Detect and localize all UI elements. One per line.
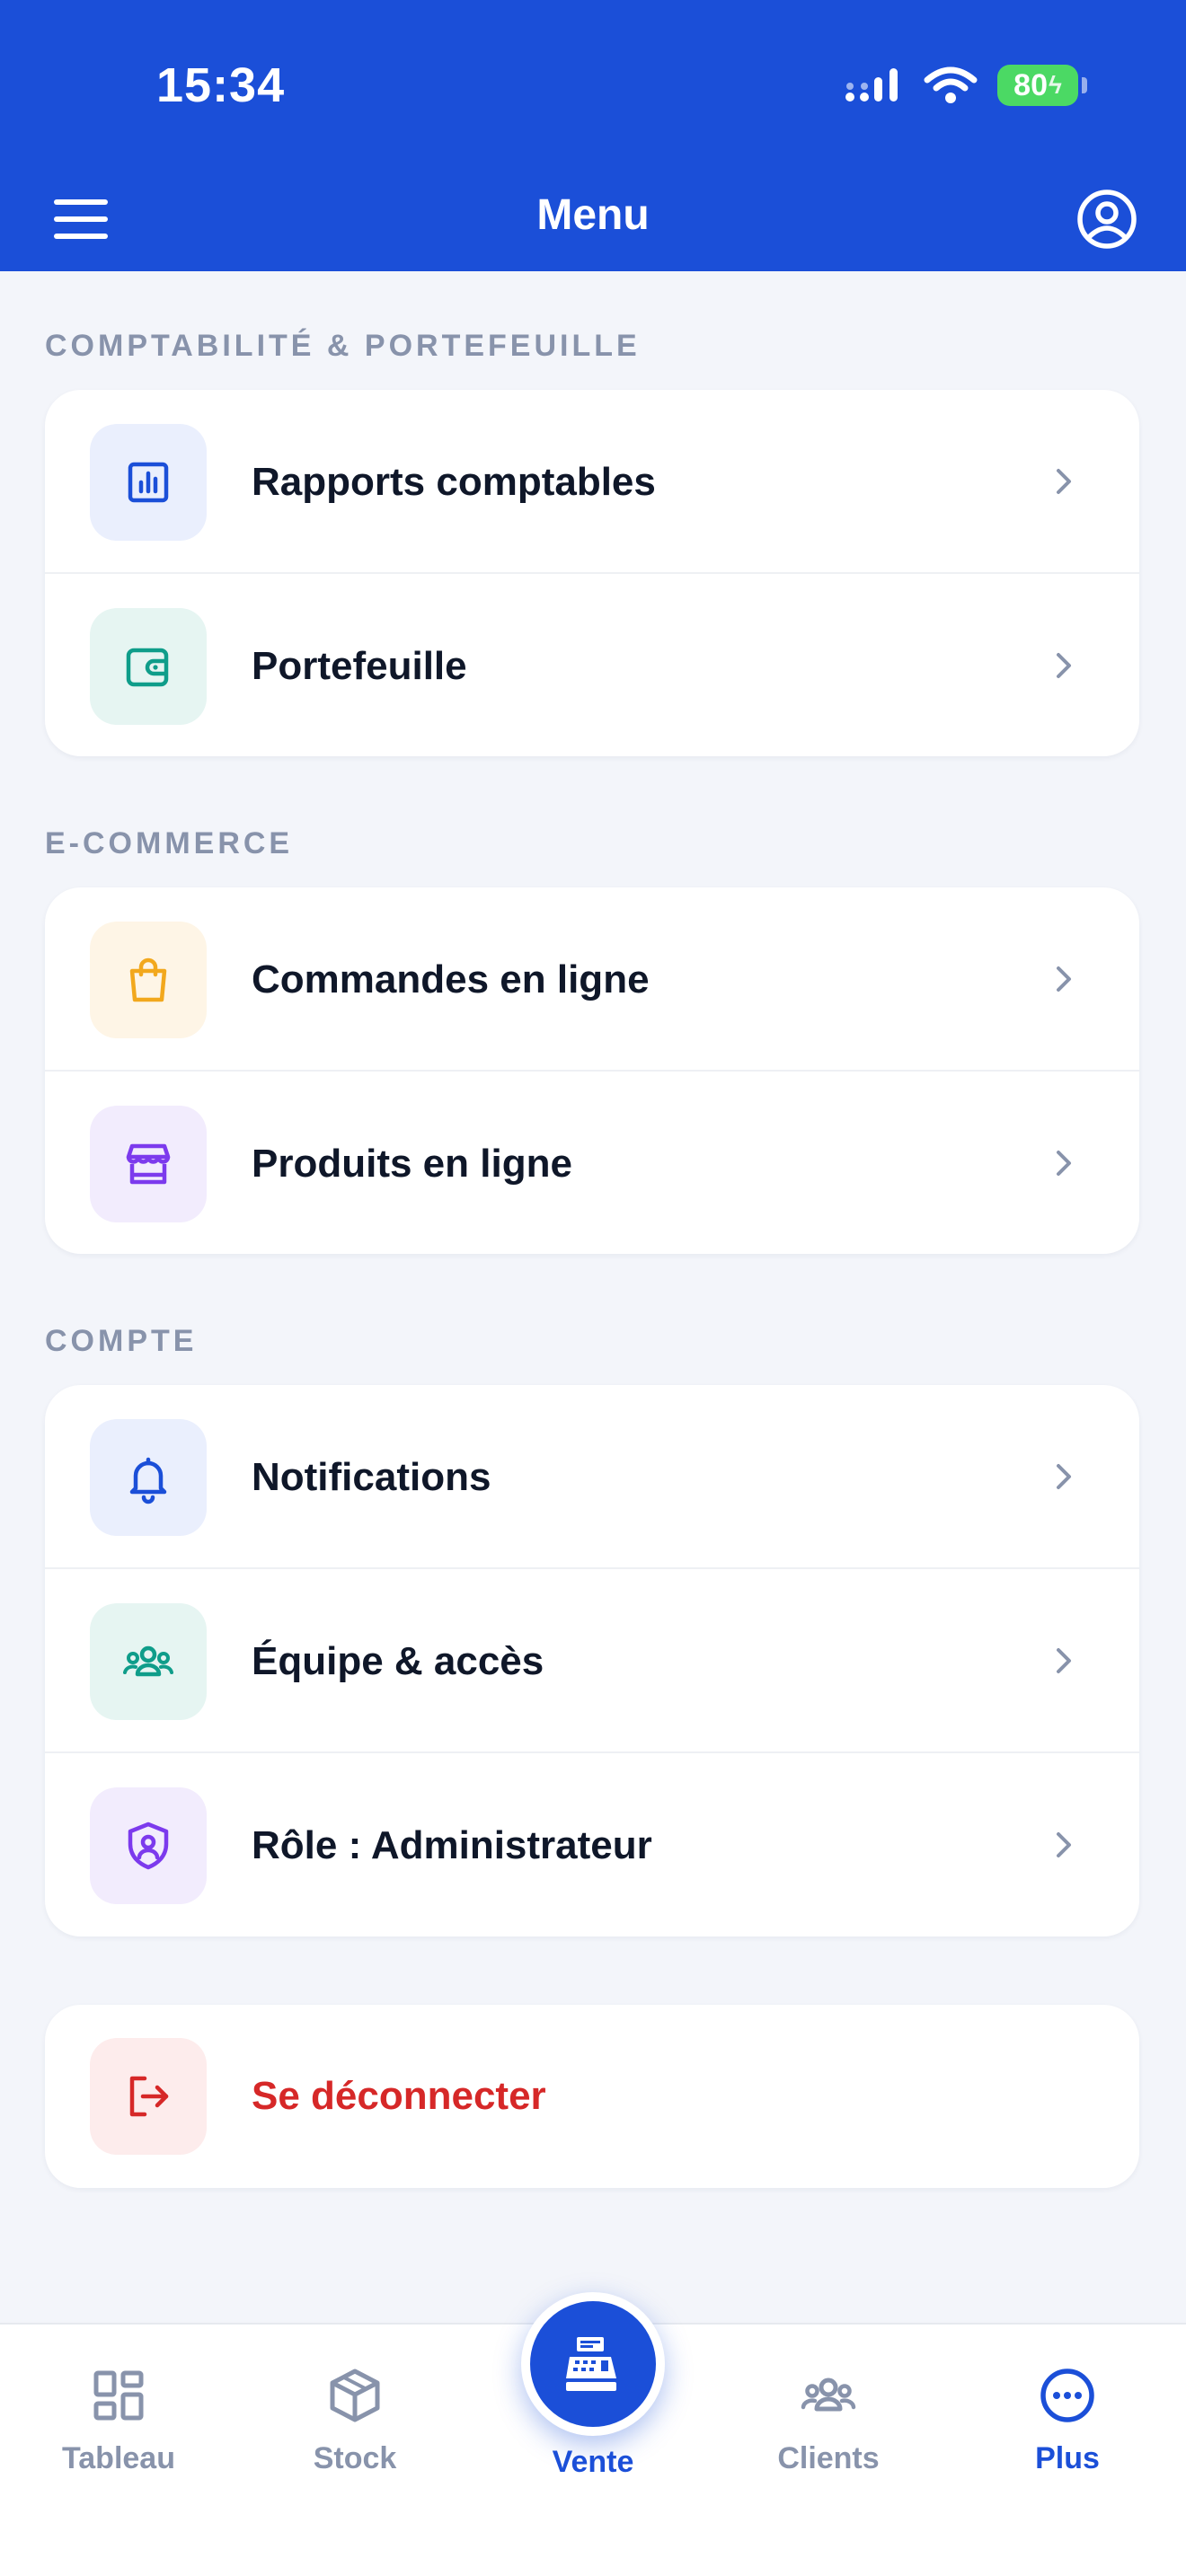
nav-label: Clients xyxy=(777,2441,880,2475)
menu-item-role[interactable]: Rôle : Administrateur xyxy=(45,1753,1139,1936)
user-profile-icon[interactable] xyxy=(1076,189,1137,250)
chart-report-icon xyxy=(90,424,207,541)
menu-item-label: Rapports comptables xyxy=(252,460,656,504)
more-dots-icon xyxy=(1040,2369,1094,2422)
chevron-right-icon xyxy=(1057,653,1071,678)
menu-item-commandes-en-ligne[interactable]: Commandes en ligne xyxy=(45,887,1139,1072)
box-icon xyxy=(330,2369,380,2422)
menu-item-label: Portefeuille xyxy=(252,644,467,688)
cash-register-icon xyxy=(566,2337,616,2391)
menu-item-produits-en-ligne[interactable]: Produits en ligne xyxy=(45,1072,1139,1254)
chevron-right-icon xyxy=(1057,469,1071,494)
card-logout: Se déconnecter xyxy=(45,2005,1139,2188)
nav-label: Stock xyxy=(313,2441,397,2475)
chevron-right-icon xyxy=(1057,1832,1071,1857)
status-time: 15:34 xyxy=(156,58,286,112)
section-label-accounting: COMPTABILITÉ & PORTEFEUILLE xyxy=(45,329,641,363)
chevron-right-icon xyxy=(1057,966,1071,992)
shield-user-icon xyxy=(90,1787,207,1904)
shopping-bag-icon xyxy=(90,922,207,1038)
chevron-right-icon xyxy=(1057,1648,1071,1673)
menu-item-equipe-acces[interactable]: Équipe & accès xyxy=(45,1569,1139,1753)
top-app-bar: 15:34 80 ϟ Menu xyxy=(0,0,1186,271)
wifi-icon xyxy=(924,66,978,103)
menu-item-label: Produits en ligne xyxy=(252,1142,572,1186)
team-icon xyxy=(90,1603,207,1720)
menu-item-label: Rôle : Administrateur xyxy=(252,1823,652,1867)
section-label-ecommerce: E-COMMERCE xyxy=(45,826,294,860)
nav-label: Tableau xyxy=(62,2441,175,2475)
nav-tab-tableau[interactable]: Tableau xyxy=(29,2366,208,2476)
cellular-signal-icon xyxy=(845,68,898,101)
section-label-compte: COMPTE xyxy=(45,1324,198,1358)
chevron-right-icon xyxy=(1057,1151,1071,1176)
battery-indicator: 80 ϟ xyxy=(997,65,1087,106)
logout-button[interactable]: Se déconnecter xyxy=(45,2005,1139,2188)
card-accounting: Rapports comptables Portefeuille xyxy=(45,390,1139,756)
dashboard-grid-icon xyxy=(93,2370,144,2421)
chevron-right-icon xyxy=(1057,1464,1071,1489)
storefront-icon xyxy=(90,1106,207,1222)
status-icons: 80 ϟ xyxy=(845,65,1087,106)
menu-item-notifications[interactable]: Notifications xyxy=(45,1385,1139,1569)
vente-label: Vente xyxy=(552,2445,634,2479)
wallet-icon xyxy=(90,608,207,725)
logout-label: Se déconnecter xyxy=(252,2074,546,2118)
card-compte: Notifications Équipe & accès Rôle : Admi… xyxy=(45,1385,1139,1936)
menu-item-label: Commandes en ligne xyxy=(252,957,650,1001)
card-ecommerce: Commandes en ligne Produits en ligne xyxy=(45,887,1139,1254)
nav-tab-clients[interactable]: Clients xyxy=(739,2366,918,2476)
vente-fab-button[interactable] xyxy=(521,2292,665,2436)
nav-label: Plus xyxy=(1035,2441,1100,2475)
menu-item-rapports-comptables[interactable]: Rapports comptables xyxy=(45,390,1139,574)
charging-bolt-icon: ϟ xyxy=(1049,71,1062,99)
logout-icon xyxy=(90,2038,207,2155)
nav-tab-stock[interactable]: Stock xyxy=(265,2366,445,2476)
users-icon xyxy=(801,2378,856,2412)
battery-level: 80 xyxy=(1013,67,1048,102)
menu-item-portefeuille[interactable]: Portefeuille xyxy=(45,574,1139,756)
page-title: Menu xyxy=(536,191,650,239)
menu-item-label: Notifications xyxy=(252,1455,491,1499)
bell-icon xyxy=(90,1419,207,1536)
menu-item-label: Équipe & accès xyxy=(252,1639,544,1683)
nav-tab-plus[interactable]: Plus xyxy=(978,2366,1157,2476)
